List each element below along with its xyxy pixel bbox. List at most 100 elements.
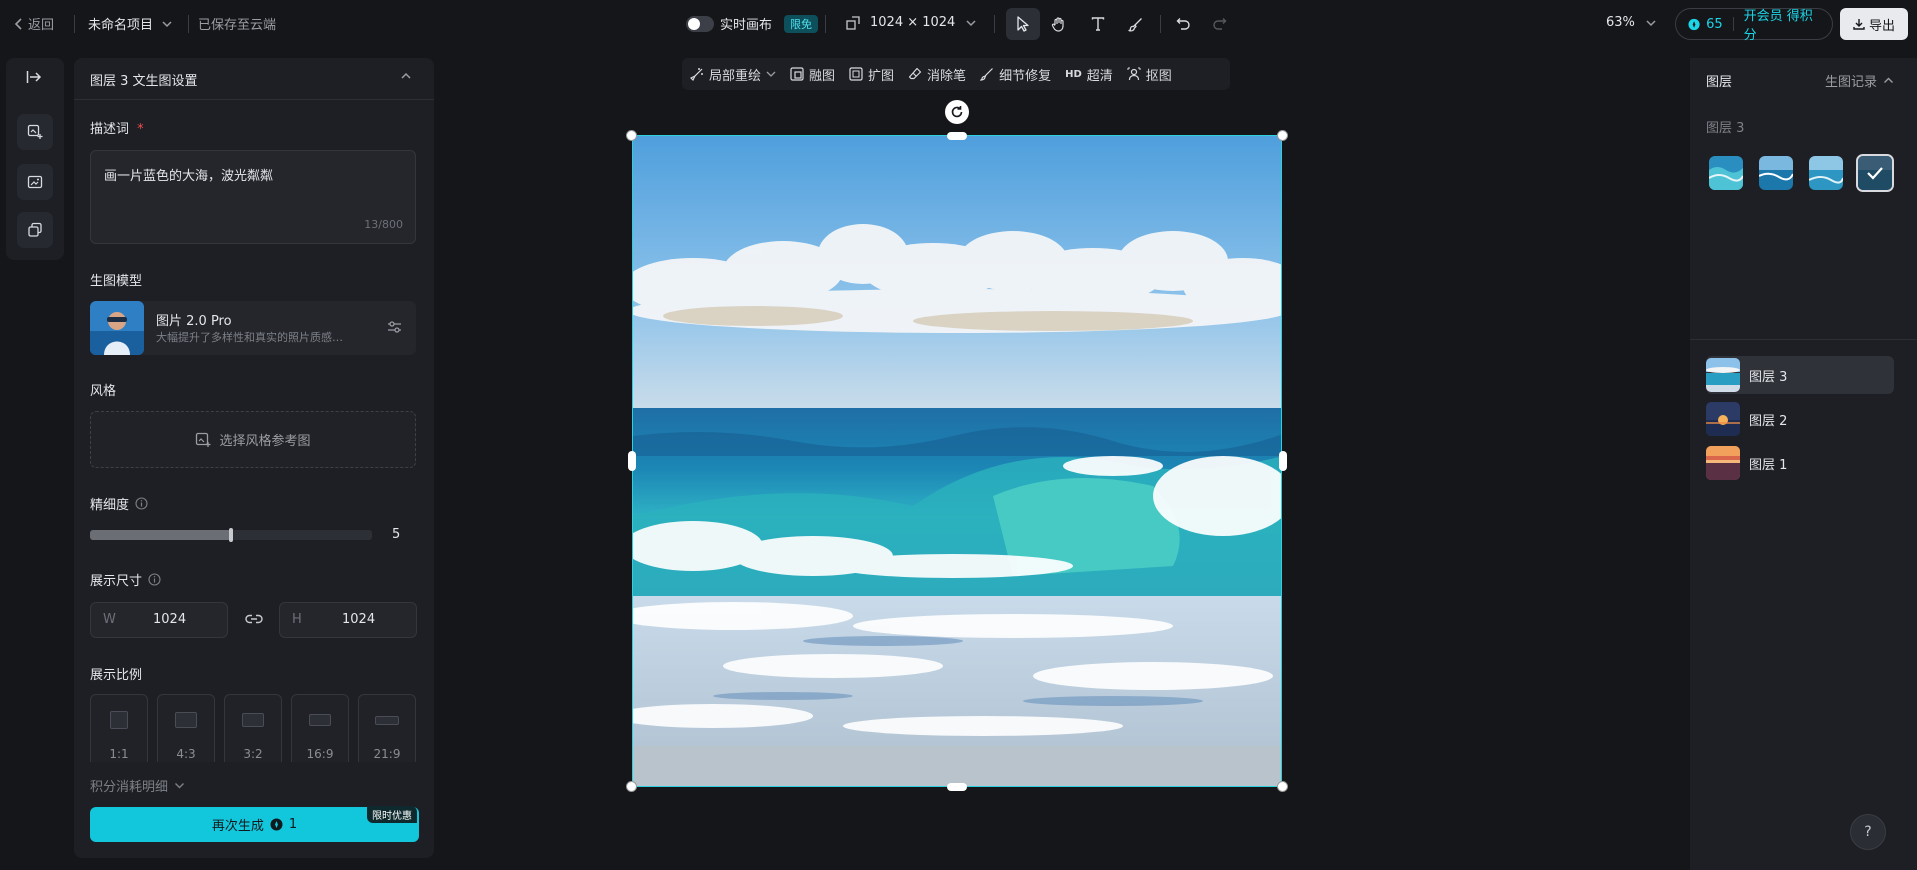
- hand-tool-button[interactable]: [1042, 8, 1076, 40]
- ratio-label: 展示比例: [90, 668, 143, 683]
- text-icon: [1091, 17, 1105, 31]
- resize-icon: [846, 15, 860, 30]
- history-thumbnail-2[interactable]: [1759, 156, 1793, 190]
- undo-button[interactable]: [1166, 8, 1200, 40]
- history-thumbnail-4-selected[interactable]: [1856, 154, 1894, 192]
- save-status: 已保存至云端: [198, 18, 277, 33]
- resize-handle-bottom-right[interactable]: [1277, 781, 1288, 792]
- layer-item-2[interactable]: 图层 2: [1706, 400, 1894, 438]
- canvas-size-dropdown[interactable]: 1024 × 1024: [846, 15, 977, 30]
- detail-slider[interactable]: [90, 528, 372, 542]
- link-aspect-button[interactable]: [245, 612, 263, 626]
- select-tool-button[interactable]: [1006, 8, 1040, 40]
- undo-icon: [1176, 18, 1190, 30]
- cutout-icon: [1127, 67, 1141, 81]
- resize-handle-top-right[interactable]: [1277, 130, 1288, 141]
- ratio-option-3-2[interactable]: 3:2: [224, 694, 282, 768]
- credit-coin-icon: [1688, 18, 1700, 30]
- chevron-up-icon: [401, 72, 411, 79]
- resize-handle-bottom[interactable]: [947, 783, 967, 791]
- detail-slider-fill: [90, 530, 231, 540]
- detail-value: 5: [392, 527, 401, 542]
- model-selector[interactable]: 图片 2.0 Pro 大幅提升了多样性和真实的照片质感…: [90, 301, 416, 355]
- expand-panel-button[interactable]: [26, 70, 42, 84]
- left-tool-rail: [6, 58, 64, 260]
- blend-button[interactable]: 融图: [790, 65, 835, 84]
- style-label: 风格: [90, 384, 117, 399]
- regenerate-button[interactable]: 再次生成 1 限时优惠: [90, 806, 419, 842]
- sliders-icon: [388, 321, 401, 333]
- inpaint-label: 局部重绘: [709, 68, 762, 84]
- model-name: 图片 2.0 Pro: [156, 314, 232, 329]
- style-reference-button[interactable]: 选择风格参考图: [90, 411, 416, 468]
- model-settings-button[interactable]: [387, 320, 402, 334]
- expand-image-button[interactable]: 扩图: [849, 65, 894, 84]
- image-add-icon: [196, 432, 211, 447]
- ratio-shape: [110, 711, 128, 729]
- cursor-icon: [1017, 16, 1029, 32]
- chevron-down-icon: [966, 19, 976, 26]
- ratio-label-text: 1:1: [109, 747, 129, 761]
- project-name-dropdown[interactable]: 未命名项目: [88, 14, 173, 33]
- ratio-shape: [375, 716, 399, 725]
- export-button[interactable]: 导出: [1840, 8, 1908, 40]
- layer-item-1[interactable]: 图层 1: [1706, 444, 1894, 482]
- chevron-left-icon: [14, 17, 22, 30]
- ratio-shape: [242, 713, 264, 727]
- history-toggle[interactable]: 生图记录: [1825, 71, 1894, 90]
- ratio-option-21-9[interactable]: 21:9: [358, 694, 416, 768]
- blend-icon: [790, 67, 804, 81]
- ratio-option-16-9[interactable]: 16:9: [291, 694, 349, 768]
- prompt-label: 描述词 *: [90, 118, 144, 137]
- resize-handle-top-left[interactable]: [626, 130, 637, 141]
- text-to-image-button[interactable]: [17, 114, 53, 150]
- regenerate-label: 再次生成: [211, 819, 264, 834]
- back-button[interactable]: 返回: [14, 14, 54, 33]
- settings-title: 图层 3 文生图设置: [90, 74, 198, 89]
- width-prefix: W: [103, 612, 116, 627]
- layers-stack-button[interactable]: [17, 212, 53, 248]
- image-to-image-button[interactable]: [17, 164, 53, 200]
- expand-label: 扩图: [868, 68, 895, 84]
- resize-handle-left[interactable]: [628, 451, 636, 471]
- zoom-dropdown[interactable]: 63%: [1606, 15, 1657, 30]
- redo-button[interactable]: [1202, 8, 1236, 40]
- ratio-option-4-3[interactable]: 4:3: [157, 694, 215, 768]
- canvas-image[interactable]: [632, 135, 1282, 787]
- layer-name: 图层 3: [1749, 369, 1788, 385]
- width-input[interactable]: W 1024: [90, 602, 228, 638]
- layer-item-3[interactable]: 图层 3: [1706, 356, 1894, 394]
- regenerate-cost: 1: [288, 817, 298, 832]
- collapse-settings-button[interactable]: [400, 72, 412, 80]
- height-input[interactable]: H 1024: [279, 602, 417, 638]
- prompt-textarea[interactable]: 画一片蓝色的大海，波光粼粼 13/800: [90, 150, 416, 244]
- upscale-button[interactable]: HD 超清: [1065, 65, 1113, 84]
- brush-tool-button[interactable]: [1118, 8, 1152, 40]
- history-label: 生图记录: [1825, 75, 1878, 90]
- image-edit-toolbar: 局部重绘 融图 扩图 消除笔 细节修复 HD 超清 抠图: [682, 58, 1230, 90]
- size-label: 展示尺寸: [90, 570, 161, 589]
- resize-handle-bottom-left[interactable]: [626, 781, 637, 792]
- eraser-button[interactable]: 消除笔: [908, 65, 966, 84]
- toggle-switch[interactable]: [686, 15, 714, 32]
- cutout-button[interactable]: 抠图: [1127, 65, 1172, 84]
- credit-detail-dropdown[interactable]: 积分消耗明细: [90, 776, 185, 795]
- membership-button[interactable]: 65 开会员 得积分: [1675, 8, 1833, 43]
- history-thumbnail-1[interactable]: [1709, 156, 1743, 190]
- text-tool-button[interactable]: [1081, 8, 1115, 40]
- rotate-handle[interactable]: [945, 100, 969, 124]
- credit-count: 65: [1706, 16, 1723, 32]
- resize-handle-top[interactable]: [947, 132, 967, 140]
- detail-repair-button[interactable]: 细节修复: [980, 65, 1051, 84]
- expand-icon: [849, 67, 863, 81]
- style-button-label: 选择风格参考图: [219, 434, 311, 449]
- detail-slider-thumb[interactable]: [229, 528, 233, 542]
- resize-handle-right[interactable]: [1279, 451, 1287, 471]
- ratio-label-text: 4:3: [176, 747, 196, 761]
- history-thumbnail-3[interactable]: [1809, 156, 1843, 190]
- realtime-canvas-toggle[interactable]: 实时画布 限免: [686, 14, 819, 33]
- model-description: 大幅提升了多样性和真实的照片质感…: [156, 331, 343, 344]
- help-button[interactable]: ?: [1850, 814, 1886, 850]
- ratio-option-1-1[interactable]: 1:1: [90, 694, 148, 768]
- inpaint-dropdown[interactable]: 局部重绘: [690, 65, 776, 84]
